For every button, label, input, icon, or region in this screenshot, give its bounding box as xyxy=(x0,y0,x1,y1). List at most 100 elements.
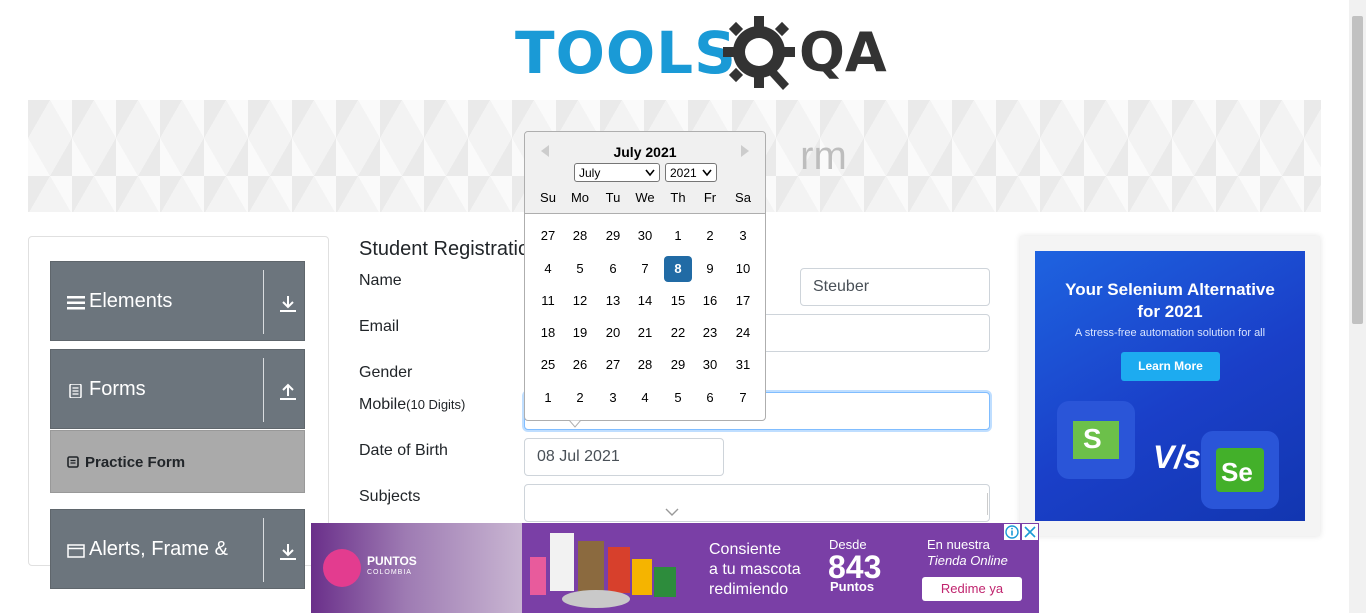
calendar-day[interactable]: 8 xyxy=(664,256,692,282)
chevron-down-icon xyxy=(645,169,655,177)
weekday-header: Fr xyxy=(703,190,717,205)
calendar-day[interactable]: 5 xyxy=(664,385,692,411)
weekday-header: We xyxy=(635,190,655,205)
puntos-logo-icon xyxy=(323,549,361,587)
divider xyxy=(263,358,264,422)
redime-button[interactable]: Redime ya xyxy=(922,577,1022,601)
next-month-icon[interactable] xyxy=(739,144,751,158)
selenium-alternative-ad[interactable]: Your Selenium Alternative for 2021 A str… xyxy=(1035,251,1305,521)
calendar-day[interactable]: 9 xyxy=(696,256,724,282)
calendar-day[interactable]: 11 xyxy=(534,288,562,314)
form-icon xyxy=(67,456,79,468)
calendar-day[interactable]: 29 xyxy=(664,352,692,378)
scrollbar-thumb[interactable] xyxy=(1352,16,1363,324)
calendar-day[interactable]: 4 xyxy=(534,256,562,282)
calendar-day[interactable]: 2 xyxy=(696,223,724,249)
upload-arrow-icon[interactable] xyxy=(278,382,298,402)
calendar-day[interactable]: 22 xyxy=(664,320,692,346)
katalon-badge: S xyxy=(1057,401,1135,479)
calendar-day[interactable]: 3 xyxy=(729,223,757,249)
calendar-day[interactable]: 27 xyxy=(534,223,562,249)
calendar-day[interactable]: 6 xyxy=(599,256,627,282)
gender-label: Gender xyxy=(359,364,413,381)
download-arrow-icon[interactable] xyxy=(278,294,298,314)
calendar-day[interactable]: 28 xyxy=(566,223,594,249)
calendar-day[interactable]: 6 xyxy=(696,385,724,411)
divider xyxy=(263,270,264,334)
form-title: Student Registratio xyxy=(359,238,530,260)
chevron-down-icon[interactable] xyxy=(665,507,679,517)
calendar-day[interactable]: 26 xyxy=(566,352,594,378)
puntos-colombia-ad[interactable]: PUNTOS COLOMBIA Consiente a tu mascota re… xyxy=(311,523,1039,613)
sidebar-item-practice-form[interactable]: Practice Form xyxy=(50,430,305,493)
calendar-day[interactable]: 7 xyxy=(631,256,659,282)
calendar-day[interactable]: 4 xyxy=(631,385,659,411)
calendar-day[interactable]: 19 xyxy=(566,320,594,346)
calendar-day[interactable]: 20 xyxy=(599,320,627,346)
sidebar-group-label: Elements xyxy=(89,290,173,312)
ad-tienda: En nuestra Tienda Online xyxy=(927,537,1008,569)
divider xyxy=(263,518,264,582)
selenium-letters: Se xyxy=(1221,457,1253,487)
brand-name: PUNTOS xyxy=(367,554,417,568)
calendar-day[interactable]: 18 xyxy=(534,320,562,346)
calendar-day[interactable]: 30 xyxy=(696,352,724,378)
ad-copy-line-1: Consiente xyxy=(709,541,782,558)
calendar-day[interactable]: 25 xyxy=(534,352,562,378)
brand-sub: COLOMBIA xyxy=(367,569,412,576)
calendar-day[interactable]: 21 xyxy=(631,320,659,346)
calendar-day[interactable]: 2 xyxy=(566,385,594,411)
mobile-hint: (10 Digits) xyxy=(406,397,466,412)
dob-input[interactable]: 08 Jul 2021 xyxy=(524,438,724,476)
calendar-day[interactable]: 12 xyxy=(566,288,594,314)
toolsqa-logo[interactable]: TOOLS QA xyxy=(515,14,887,92)
calendar-day[interactable]: 27 xyxy=(599,352,627,378)
calendar-day[interactable]: 1 xyxy=(534,385,562,411)
calendar-day[interactable]: 16 xyxy=(696,288,724,314)
ad-headline: Your Selenium Alternative for 2021 xyxy=(1065,280,1275,321)
mobile-label: Mobile(10 Digits) xyxy=(359,396,465,414)
ad-copy: Consiente a tu mascota redimiendo xyxy=(709,540,801,600)
sidebar-group-elements[interactable]: Elements xyxy=(50,261,305,341)
calendar-day[interactable]: 28 xyxy=(631,352,659,378)
subjects-divider xyxy=(987,493,988,515)
datepicker-popup: July 2021 July 2021 Su Mo Tu We Th Fr Sa 27 28 2… xyxy=(524,131,766,428)
learn-more-button[interactable]: Learn More xyxy=(1121,352,1220,381)
last-name-input[interactable]: Steuber xyxy=(800,268,990,306)
weekday-header: Th xyxy=(670,190,686,205)
calendar-day[interactable]: 30 xyxy=(631,223,659,249)
calendar-day[interactable]: 31 xyxy=(729,352,757,378)
ad-tienda-line-2: Tienda Online xyxy=(927,553,1008,568)
weekday-header: Sa xyxy=(735,190,751,205)
calendar-day[interactable]: 15 xyxy=(664,288,692,314)
subjects-label: Subjects xyxy=(359,488,421,505)
sidebar-group-forms[interactable]: Forms xyxy=(50,349,305,429)
calendar-day[interactable]: 10 xyxy=(729,256,757,282)
calendar-day[interactable]: 14 xyxy=(631,288,659,314)
calendar-day[interactable]: 5 xyxy=(566,256,594,282)
calendar-day[interactable]: 17 xyxy=(729,288,757,314)
logo-a: QA xyxy=(799,21,887,84)
year-select-value: 2021 xyxy=(670,165,697,180)
download-arrow-icon[interactable] xyxy=(278,542,298,562)
ad-points-label: Puntos xyxy=(830,579,875,594)
close-icon[interactable] xyxy=(1022,524,1038,540)
datepicker-month-title: July 2021 xyxy=(613,144,677,160)
pet-products-image xyxy=(530,533,676,608)
calendar-day[interactable]: 24 xyxy=(729,320,757,346)
ad-tienda-line-1: En nuestra xyxy=(927,537,990,552)
calendar-day[interactable]: 7 xyxy=(729,385,757,411)
page-scrollbar[interactable] xyxy=(1349,0,1366,613)
calendar-day[interactable]: 1 xyxy=(664,223,692,249)
calendar-day[interactable]: 13 xyxy=(599,288,627,314)
subjects-input[interactable] xyxy=(524,484,990,522)
calendar-day[interactable]: 23 xyxy=(696,320,724,346)
month-select[interactable]: July xyxy=(574,163,660,182)
calendar-day[interactable]: 3 xyxy=(599,385,627,411)
year-select[interactable]: 2021 xyxy=(665,163,717,182)
sidebar-group-alerts[interactable]: Alerts, Frame & xyxy=(50,509,305,589)
sidebar-item-label: Practice Form xyxy=(85,454,186,471)
adchoices-icon[interactable] xyxy=(1004,524,1020,540)
katalon-letter: S xyxy=(1083,423,1102,454)
calendar-day[interactable]: 29 xyxy=(599,223,627,249)
